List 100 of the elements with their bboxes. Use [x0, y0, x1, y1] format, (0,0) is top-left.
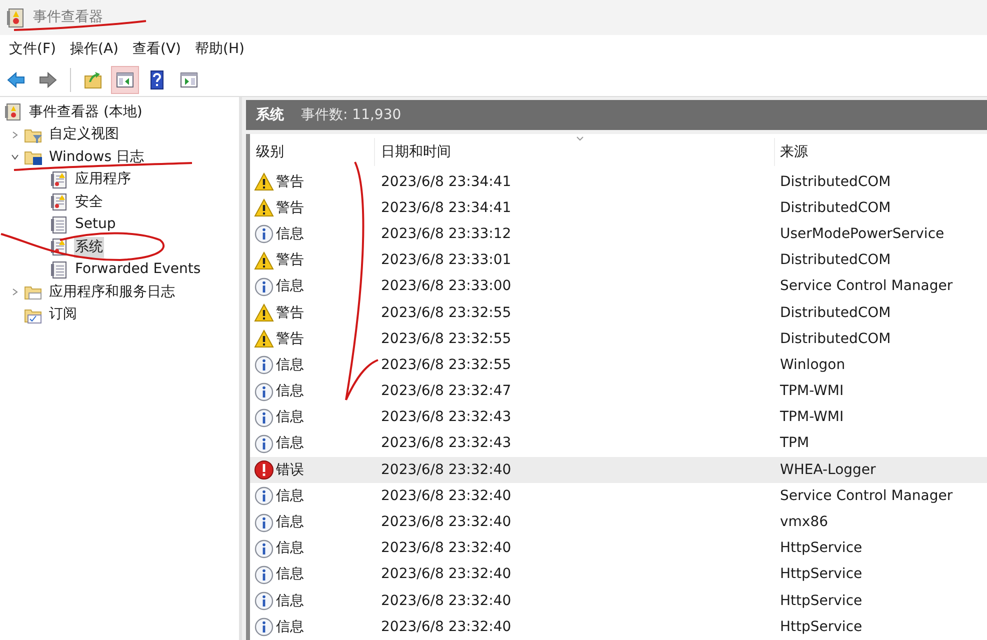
- event-row[interactable]: 警告 2023/6/8 23:33:01 DistributedCOM: [250, 248, 987, 274]
- column-header[interactable]: 级别: [256, 142, 284, 162]
- info-icon: [254, 355, 274, 376]
- log-icon: [50, 193, 69, 212]
- log-icon: [50, 216, 69, 234]
- source-text: DistributedCOM: [780, 252, 891, 268]
- date-time: 2023/6/8 23:32:43: [381, 435, 512, 452]
- tree-item[interactable]: 事件查看器 (本地): [28, 102, 144, 123]
- tree-item[interactable]: 应用程序和服务日志: [48, 282, 176, 303]
- date-time: 2023/6/8 23:32:55: [381, 330, 512, 347]
- level-text: 信息: [276, 592, 304, 611]
- tree-item[interactable]: 应用程序: [74, 169, 132, 190]
- info-icon: [254, 486, 274, 506]
- source-text: HttpService: [780, 618, 862, 635]
- warning-icon: [254, 329, 274, 350]
- level-text: 信息: [276, 618, 304, 637]
- date-time: 2023/6/8 23:32:43: [381, 409, 512, 426]
- event-row[interactable]: 信息 2023/6/8 23:32:55 Winlogon: [250, 352, 987, 378]
- back-arrow-icon: [6, 70, 26, 90]
- event-row[interactable]: 信息 2023/6/8 23:32:43 TPM-WMI: [250, 404, 987, 431]
- tree-item[interactable]: Windows 日志: [48, 146, 145, 168]
- date-time: 2023/6/8 23:33:12: [381, 226, 512, 242]
- pane-icon: [115, 70, 135, 90]
- event-count: 事件数: 11,930: [301, 106, 402, 124]
- event-row[interactable]: 信息 2023/6/8 23:33:00 Service Control Manager: [250, 274, 987, 300]
- event-row[interactable]: 信息 2023/6/8 23:32:47 TPM-WMI: [250, 378, 987, 405]
- info-icon: [254, 512, 274, 533]
- event-row[interactable]: 错误 2023/6/8 23:32:40 WHEA-Logger: [250, 457, 987, 484]
- date-time: 2023/6/8 23:32:55: [381, 304, 512, 321]
- date-time: 2023/6/8 23:32:40: [381, 462, 512, 478]
- warning-icon: [254, 250, 274, 271]
- tree-item[interactable]: Forwarded Events: [74, 259, 202, 280]
- source-text: UserModePowerService: [780, 226, 944, 242]
- info-icon: [254, 408, 274, 428]
- level-text: 信息: [276, 434, 304, 454]
- tree-item[interactable]: 系统: [74, 236, 104, 258]
- event-row[interactable]: 警告 2023/6/8 23:32:55 DistributedCOM: [250, 326, 987, 352]
- date-time: 2023/6/8 23:34:41: [381, 200, 512, 216]
- info-icon: [254, 591, 274, 612]
- log-icon: [50, 260, 69, 279]
- panel-title: 系统: [256, 106, 284, 124]
- tree-item[interactable]: 订阅: [48, 304, 78, 326]
- collapse-icon[interactable]: [11, 153, 19, 162]
- tree-item[interactable]: Setup: [74, 214, 117, 236]
- level-text: 信息: [276, 382, 304, 402]
- date-time: 2023/6/8 23:33:01: [381, 252, 512, 268]
- date-time: 2023/6/8 23:34:41: [381, 174, 512, 190]
- error-icon: [254, 460, 274, 480]
- menu-item[interactable]: 帮助(H): [188, 37, 252, 61]
- log-icon: [50, 170, 69, 189]
- event-viewer-icon: [7, 8, 25, 28]
- event-row[interactable]: 信息 2023/6/8 23:32:40 HttpService: [250, 588, 987, 614]
- source-text: DistributedCOM: [780, 200, 891, 216]
- source-text: WHEA-Logger: [780, 462, 876, 478]
- tree-item[interactable]: 自定义视图: [48, 124, 120, 146]
- source-text: Winlogon: [780, 356, 846, 373]
- source-text: DistributedCOM: [780, 330, 891, 347]
- event-row[interactable]: 警告 2023/6/8 23:32:55 DistributedCOM: [250, 300, 987, 326]
- level-text: 信息: [276, 408, 304, 428]
- tree-item[interactable]: 安全: [74, 192, 104, 213]
- event-row[interactable]: 信息 2023/6/8 23:32:43 TPM: [250, 430, 987, 458]
- column-header[interactable]: 日期和时间: [381, 142, 451, 162]
- menu-item[interactable]: 查看(V): [126, 37, 188, 61]
- date-time: 2023/6/8 23:32:40: [381, 618, 512, 635]
- event-row[interactable]: 信息 2023/6/8 23:32:40 HttpService: [250, 536, 987, 562]
- event-row[interactable]: 信息 2023/6/8 23:33:12 UserModePowerService: [250, 221, 987, 248]
- level-text: 警告: [276, 330, 304, 349]
- event-row[interactable]: 警告 2023/6/8 23:34:41 DistributedCOM: [250, 169, 987, 196]
- warning-icon: [254, 198, 274, 218]
- level-text: 警告: [276, 198, 304, 218]
- level-text: 警告: [276, 251, 304, 270]
- event-row[interactable]: 警告 2023/6/8 23:34:41 DistributedCOM: [250, 195, 987, 222]
- event-row[interactable]: 信息 2023/6/8 23:32:40 Service Control Manager: [250, 483, 987, 510]
- info-icon: [254, 224, 274, 244]
- event-row[interactable]: 信息 2023/6/8 23:32:40 HttpService: [250, 614, 987, 640]
- event-row[interactable]: 信息 2023/6/8 23:32:40 vmx86: [250, 509, 987, 536]
- level-text: 信息: [276, 513, 304, 532]
- info-icon: [254, 276, 274, 297]
- source-text: HttpService: [780, 592, 862, 609]
- date-time: 2023/6/8 23:33:00: [381, 278, 512, 294]
- warning-icon: [254, 172, 274, 192]
- expand-icon[interactable]: [11, 288, 19, 296]
- expand-icon[interactable]: [11, 130, 19, 139]
- date-time: 2023/6/8 23:32:40: [381, 514, 512, 530]
- log-book-icon: [4, 103, 23, 122]
- source-text: HttpService: [780, 540, 862, 556]
- column-header[interactable]: 来源: [780, 142, 808, 162]
- info-icon: [254, 434, 274, 454]
- source-text: Service Control Manager: [780, 488, 953, 504]
- date-time: 2023/6/8 23:32:40: [381, 488, 512, 504]
- info-icon: [254, 564, 274, 585]
- menu-item[interactable]: 文件(F): [2, 37, 63, 61]
- toolbar-button[interactable]: [111, 66, 139, 94]
- level-text: 警告: [276, 172, 304, 192]
- event-row[interactable]: 信息 2023/6/8 23:32:40 HttpService: [250, 562, 987, 588]
- level-text: 错误: [276, 460, 304, 480]
- level-text: 信息: [276, 224, 304, 244]
- source-text: HttpService: [780, 566, 862, 582]
- forward-arrow-icon: [38, 70, 58, 90]
- menu-item[interactable]: 操作(A): [62, 37, 126, 61]
